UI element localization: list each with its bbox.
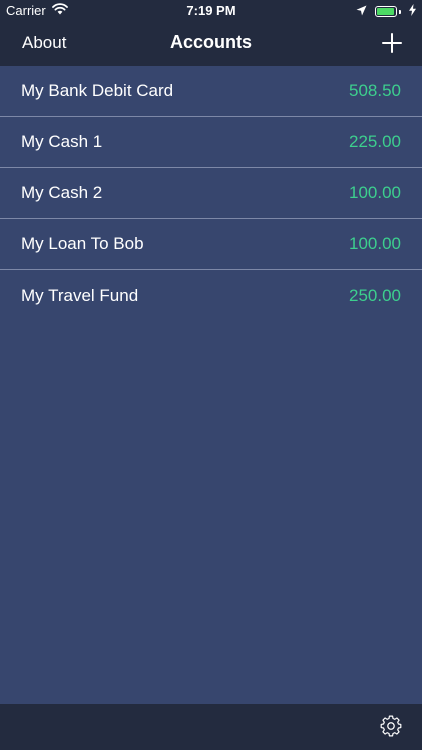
add-account-button[interactable] <box>380 31 404 55</box>
account-balance: 250.00 <box>349 285 401 305</box>
charging-bolt-icon <box>409 4 416 19</box>
account-row[interactable]: My Cash 2 100.00 <box>0 168 422 219</box>
account-name: My Travel Fund <box>21 285 139 305</box>
accounts-screen: Carrier 7:19 PM About Accounts My Bank D… <box>0 0 422 750</box>
account-list: My Bank Debit Card 508.50 My Cash 1 225.… <box>0 66 422 321</box>
battery-cap <box>399 9 401 14</box>
status-right <box>356 4 416 19</box>
status-bar: Carrier 7:19 PM <box>0 0 422 22</box>
battery-fill <box>377 8 395 15</box>
account-balance: 100.00 <box>349 234 401 253</box>
account-name: My Cash 2 <box>21 183 103 202</box>
account-row[interactable]: My Travel Fund 250.00 <box>0 270 422 321</box>
location-arrow-icon <box>356 4 367 19</box>
account-name: My Cash 1 <box>21 132 103 151</box>
account-balance: 508.50 <box>349 81 401 100</box>
account-row[interactable]: My Bank Debit Card 508.50 <box>0 66 422 117</box>
account-name: My Bank Debit Card <box>21 81 174 100</box>
settings-button[interactable] <box>380 715 402 737</box>
plus-icon <box>382 33 402 53</box>
account-balance: 100.00 <box>349 183 401 202</box>
account-balance: 225.00 <box>349 132 401 151</box>
bottom-toolbar <box>0 704 422 750</box>
account-row[interactable]: My Cash 1 225.00 <box>0 117 422 168</box>
account-row[interactable]: My Loan To Bob 100.00 <box>0 219 422 270</box>
page-title: Accounts <box>169 32 252 52</box>
navigation-bar: About Accounts <box>0 22 422 66</box>
gear-icon <box>380 715 402 737</box>
battery-icon <box>375 6 401 17</box>
account-name: My Loan To Bob <box>21 234 144 253</box>
battery-body <box>375 6 397 17</box>
